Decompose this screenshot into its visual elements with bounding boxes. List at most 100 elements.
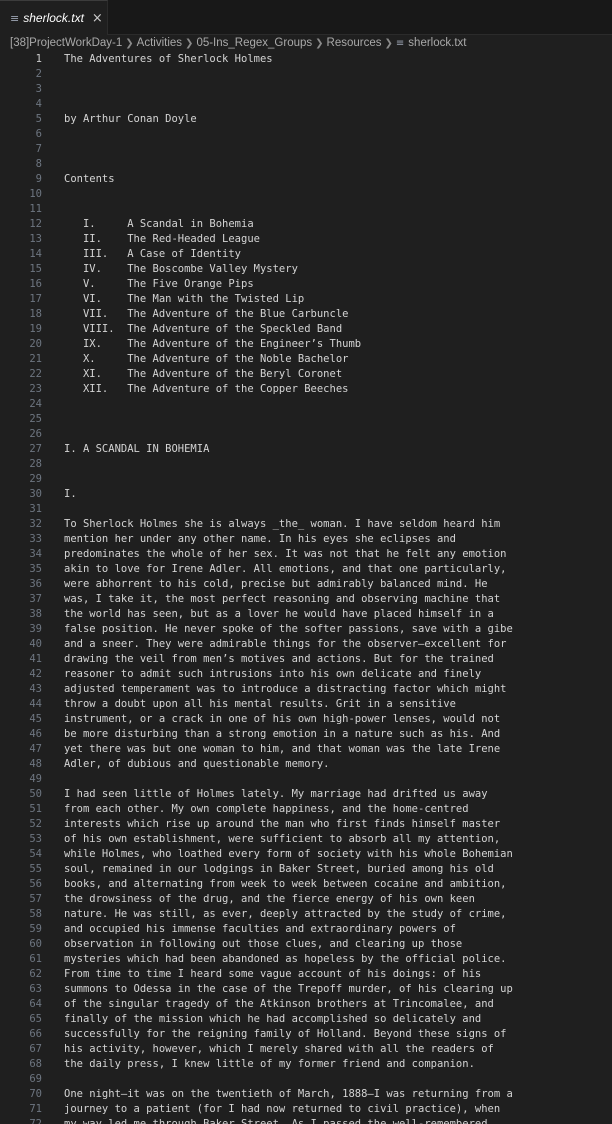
editor-line[interactable]: 63 summons to Odessa in the case of the T… <box>0 982 612 997</box>
editor-line[interactable]: 60 observation in following out those clu… <box>0 937 612 952</box>
line-number: 15 <box>29 263 42 275</box>
editor-line[interactable]: 3 <box>0 82 612 97</box>
line-text: I. <box>64 488 77 500</box>
editor-line[interactable]: 15 IV. The Boscombe Valley Mystery <box>0 262 612 277</box>
tab-sherlock-txt[interactable]: ≡ sherlock.txt × <box>0 0 108 35</box>
line-number: 9 <box>35 173 42 185</box>
editor-line[interactable]: 1 The Adventures of Sherlock Holmes <box>0 52 612 67</box>
editor-line[interactable]: 44 throw a doubt upon all his mental resu… <box>0 697 612 712</box>
breadcrumb-item-file[interactable]: sherlock.txt <box>408 37 466 49</box>
line-text: mysteries which had been abandoned as ho… <box>64 953 507 965</box>
editor-line[interactable]: 27 I. A SCANDAL IN BOHEMIA <box>0 442 612 457</box>
editor-line[interactable]: 64 of the singular tragedy of the Atkinso… <box>0 997 612 1012</box>
editor-line[interactable]: 48 Adler, of dubious and questionable mem… <box>0 757 612 772</box>
editor-line[interactable]: 56 books, and alternating from week to we… <box>0 877 612 892</box>
editor-line[interactable]: 54 while Holmes, who loathed every form o… <box>0 847 612 862</box>
editor-line[interactable]: 70 One night—it was on the twentieth of M… <box>0 1087 612 1102</box>
line-number: 20 <box>29 338 42 350</box>
line-number: 10 <box>29 188 42 200</box>
line-number: 50 <box>29 788 42 800</box>
editor-line[interactable]: 71 journey to a patient (for I had now re… <box>0 1102 612 1117</box>
editor-line[interactable]: 53 of his own establishment, were suffici… <box>0 832 612 847</box>
editor-line[interactable]: 51 from each other. My own complete happi… <box>0 802 612 817</box>
editor-line[interactable]: 58 nature. He was still, as ever, deeply … <box>0 907 612 922</box>
editor-line[interactable]: 9 Contents <box>0 172 612 187</box>
close-icon[interactable]: × <box>92 11 103 26</box>
editor-line[interactable]: 49 <box>0 772 612 787</box>
editor-line[interactable]: 68 the daily press, I knew little of my f… <box>0 1057 612 1072</box>
editor-line[interactable]: 32 To Sherlock Holmes she is always _the_… <box>0 517 612 532</box>
editor-line[interactable]: 67 his activity, however, which I merely … <box>0 1042 612 1057</box>
editor-line[interactable]: 52 interests which rise up around the man… <box>0 817 612 832</box>
editor-line[interactable]: 28 <box>0 457 612 472</box>
editor-line[interactable]: 21 X. The Adventure of the Noble Bachelo… <box>0 352 612 367</box>
line-number: 60 <box>29 938 42 950</box>
editor-line[interactable]: 7 <box>0 142 612 157</box>
editor-line[interactable]: 38 the world has seen, but as a lover he … <box>0 607 612 622</box>
editor-line[interactable]: 18 VII. The Adventure of the Blue Carbun… <box>0 307 612 322</box>
editor-line[interactable]: 23 XII. The Adventure of the Copper Beec… <box>0 382 612 397</box>
text-editor[interactable]: 1 The Adventures of Sherlock Holmes 2 3 4 5 by… <box>0 51 612 1124</box>
editor-line[interactable]: 41 drawing the veil from men’s motives an… <box>0 652 612 667</box>
editor-line[interactable]: 13 II. The Red-Headed League <box>0 232 612 247</box>
editor-line[interactable]: 61 mysteries which had been abandoned as … <box>0 952 612 967</box>
line-number: 46 <box>29 728 42 740</box>
editor-line[interactable]: 46 be more disturbing than a strong emoti… <box>0 727 612 742</box>
editor-line[interactable]: 10 <box>0 187 612 202</box>
editor-line[interactable]: 2 <box>0 67 612 82</box>
editor-line[interactable]: 14 III. A Case of Identity <box>0 247 612 262</box>
editor-line[interactable]: 59 and occupied his immense faculties and… <box>0 922 612 937</box>
line-text: summons to Odessa in the case of the Tre… <box>64 983 513 995</box>
breadcrumb-item-resources[interactable]: Resources <box>327 37 382 49</box>
editor-line[interactable]: 36 were abhorrent to his cold, precise bu… <box>0 577 612 592</box>
editor-line[interactable]: 17 VI. The Man with the Twisted Lip <box>0 292 612 307</box>
editor-line[interactable]: 55 soul, remained in our lodgings in Bake… <box>0 862 612 877</box>
editor-line[interactable]: 65 finally of the mission which he had ac… <box>0 1012 612 1027</box>
editor-line[interactable]: 39 false position. He never spoke of the … <box>0 622 612 637</box>
editor-line[interactable]: 4 <box>0 97 612 112</box>
breadcrumb-item-activities[interactable]: Activities <box>137 37 182 49</box>
editor-line[interactable]: 35 akin to love for Irene Adler. All emot… <box>0 562 612 577</box>
editor-line[interactable]: 12 I. A Scandal in Bohemia <box>0 217 612 232</box>
editor-line[interactable]: 62 From time to time I heard some vague a… <box>0 967 612 982</box>
editor-line[interactable]: 31 <box>0 502 612 517</box>
editor-line[interactable]: 66 successfully for the reigning family o… <box>0 1027 612 1042</box>
editor-line[interactable]: 11 <box>0 202 612 217</box>
editor-line[interactable]: 20 IX. The Adventure of the Engineer’s T… <box>0 337 612 352</box>
line-number: 23 <box>29 383 42 395</box>
editor-line[interactable]: 26 <box>0 427 612 442</box>
line-text: VI. The Man with the Twisted Lip <box>64 293 305 305</box>
editor-line[interactable]: 5 by Arthur Conan Doyle <box>0 112 612 127</box>
line-text: finally of the mission which he had acco… <box>64 1013 482 1025</box>
editor-line[interactable]: 45 instrument, or a crack in one of his o… <box>0 712 612 727</box>
breadcrumb-item-folder[interactable]: 05-Ins_Regex_Groups <box>196 37 312 49</box>
editor-line[interactable]: 57 the drowsiness of the drug, and the fi… <box>0 892 612 907</box>
editor-line[interactable]: 72 my way led me through Baker Street. As… <box>0 1117 612 1124</box>
editor-line[interactable]: 33 mention her under any other name. In h… <box>0 532 612 547</box>
editor-line[interactable]: 19 VIII. The Adventure of the Speckled B… <box>0 322 612 337</box>
editor-line[interactable]: 22 XI. The Adventure of the Beryl Corone… <box>0 367 612 382</box>
editor-line[interactable]: 8 <box>0 157 612 172</box>
line-text: X. The Adventure of the Noble Bachelor <box>64 353 349 365</box>
editor-line[interactable]: 50 I had seen little of Holmes lately. My… <box>0 787 612 802</box>
line-number: 55 <box>29 863 42 875</box>
editor-line[interactable]: 24 <box>0 397 612 412</box>
editor-line[interactable]: 47 yet there was but one woman to him, an… <box>0 742 612 757</box>
line-number: 22 <box>29 368 42 380</box>
line-number: 62 <box>29 968 42 980</box>
editor-line[interactable]: 69 <box>0 1072 612 1087</box>
editor-line[interactable]: 16 V. The Five Orange Pips <box>0 277 612 292</box>
editor-line[interactable]: 40 and a sneer. They were admirable thing… <box>0 637 612 652</box>
breadcrumb-item-project[interactable]: [38]ProjectWorkDay-1 <box>10 37 122 49</box>
editor-line[interactable]: 43 adjusted temperament was to introduce … <box>0 682 612 697</box>
editor-line[interactable]: 34 predominates the whole of her sex. It … <box>0 547 612 562</box>
editor-line[interactable]: 6 <box>0 127 612 142</box>
editor-line[interactable]: 37 was, I take it, the most perfect reaso… <box>0 592 612 607</box>
line-number: 29 <box>29 473 42 485</box>
editor-line[interactable]: 29 <box>0 472 612 487</box>
line-text: reasoner to admit such intrusions into h… <box>64 668 482 680</box>
editor-line[interactable]: 25 <box>0 412 612 427</box>
line-number: 43 <box>29 683 42 695</box>
editor-line[interactable]: 30 I. <box>0 487 612 502</box>
editor-line[interactable]: 42 reasoner to admit such intrusions into… <box>0 667 612 682</box>
